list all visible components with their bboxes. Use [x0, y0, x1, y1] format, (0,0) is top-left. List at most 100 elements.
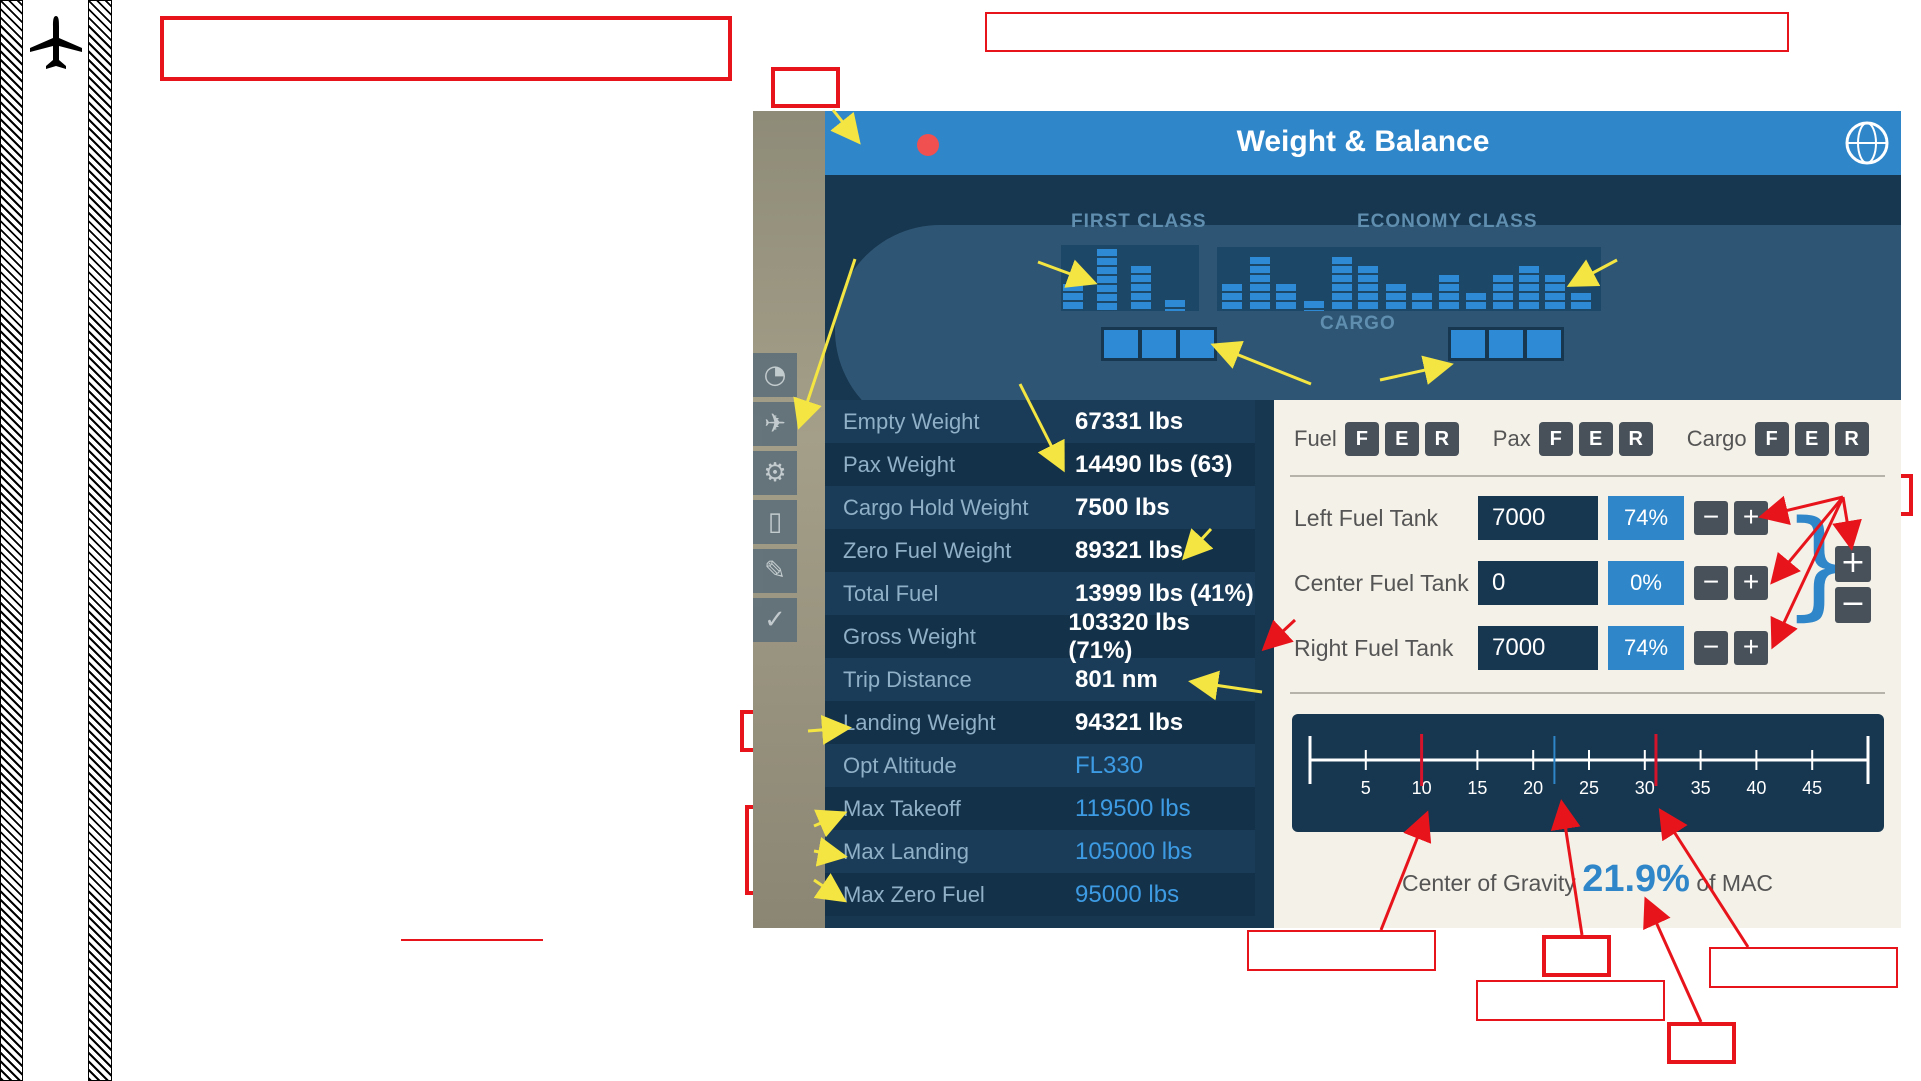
stat-label: Opt Altitude	[843, 752, 957, 778]
callout-top-wide-box	[985, 12, 1789, 52]
stat-value: 7500 lbs	[1075, 493, 1170, 521]
callout-title-box	[160, 16, 732, 81]
window-title: Weight & Balance	[1236, 125, 1490, 158]
right-tank-increase-button[interactable]: +	[1734, 631, 1768, 665]
cargo-random-button[interactable]: R	[1834, 422, 1869, 456]
gauge-icon[interactable]: ◔	[753, 353, 797, 397]
cargo-full-button[interactable]: F	[1754, 422, 1789, 456]
seat-column	[1131, 266, 1151, 311]
stat-label: Zero Fuel Weight	[843, 537, 1012, 563]
first-class-label: FIRST CLASS	[1071, 211, 1207, 232]
stat-row: Max Zero Fuel 95000 lbs	[825, 873, 1255, 916]
pax-empty-button[interactable]: E	[1578, 422, 1613, 456]
close-button[interactable]	[917, 134, 939, 156]
left-tank-increase-button[interactable]: +	[1734, 501, 1768, 535]
cargo-label: CARGO	[1320, 313, 1396, 334]
stat-label: Total Fuel	[843, 580, 939, 606]
fuel-tab-label: Fuel	[1294, 426, 1337, 451]
cargo-rear-hold[interactable]	[1448, 327, 1564, 361]
seat-column	[1545, 275, 1565, 311]
all-tanks-increase-button[interactable]: +	[1835, 546, 1871, 582]
right-tank-percent: 74%	[1608, 626, 1684, 670]
right-rail	[88, 0, 112, 1081]
cg-readout: Center of Gravity 21.9% of MAC	[1274, 858, 1901, 901]
seat-column	[1519, 266, 1539, 311]
seat-map: FIRST CLASS ECONOMY CLASS CARGO	[825, 175, 1901, 400]
first-class-seats[interactable]	[1061, 245, 1199, 311]
right-tank-decrease-button[interactable]: −	[1694, 631, 1728, 665]
stat-label: Empty Weight	[843, 408, 980, 434]
callout-close-box	[771, 67, 840, 108]
left-tank-percent: 74%	[1608, 496, 1684, 540]
stat-value: 14490 lbs (63)	[1075, 450, 1233, 478]
pax-full-button[interactable]: F	[1538, 422, 1573, 456]
cargo-empty-button[interactable]: E	[1794, 422, 1829, 456]
stat-value: 105000 lbs	[1075, 837, 1193, 865]
gear-icon[interactable]: ⚙	[753, 451, 797, 495]
pax-tab-label: Pax	[1492, 426, 1531, 451]
globe-icon[interactable]	[1843, 119, 1891, 167]
stat-row: Cargo Hold Weight 7500 lbs	[825, 486, 1255, 529]
fuel-full-button[interactable]: F	[1344, 422, 1379, 456]
cargo-front-hold[interactable]	[1101, 327, 1217, 361]
center-tank-label: Center Fuel Tank	[1294, 569, 1469, 596]
divider	[1290, 692, 1885, 694]
stat-row: Zero Fuel Weight 89321 lbs	[825, 529, 1255, 572]
left-rail	[0, 0, 23, 1081]
callout-aft-limit-box	[1709, 947, 1898, 988]
weight-balance-window: ◔ ✈ ⚙ ▯ ✎ ✓ Weight & Balance FIRST CLASS…	[753, 111, 1901, 928]
cg-value: 21.9%	[1582, 858, 1690, 900]
stat-label: Max Landing	[843, 838, 969, 864]
center-tank-increase-button[interactable]: +	[1734, 566, 1768, 600]
left-tank-row: Left Fuel Tank 7000 74% − +	[1294, 496, 1774, 540]
stat-label: Max Takeoff	[843, 795, 961, 821]
seat-column	[1439, 275, 1459, 311]
cg-tick-label: 20	[1523, 778, 1543, 798]
seat-column	[1063, 284, 1083, 311]
wrench-icon[interactable]: ✎	[753, 549, 797, 593]
seat-column	[1493, 275, 1513, 311]
economy-class-seats[interactable]	[1217, 247, 1601, 311]
cg-tick-label: 15	[1467, 778, 1487, 798]
cg-tick-label: 35	[1691, 778, 1711, 798]
fuel-random-button[interactable]: R	[1424, 422, 1459, 456]
stat-value: 103320 lbs (71%)	[1068, 608, 1190, 664]
left-tank-label: Left Fuel Tank	[1294, 504, 1439, 531]
seat-column	[1571, 293, 1591, 311]
pax-random-button[interactable]: R	[1618, 422, 1653, 456]
right-tank-input[interactable]: 7000	[1478, 626, 1598, 670]
checklist-icon[interactable]: ✓	[753, 598, 797, 642]
stat-row: Max Landing 105000 lbs	[825, 830, 1255, 873]
stat-row: Max Takeoff 119500 lbs	[825, 787, 1255, 830]
center-tank-input[interactable]: 0	[1478, 561, 1598, 605]
fuel-panel: Fuel F E R Pax F E R Cargo F E R Left Fu…	[1274, 400, 1901, 928]
cargo-cell	[1142, 330, 1176, 358]
door-icon[interactable]: ▯	[753, 500, 797, 544]
pax-presets: Pax F E R	[1493, 422, 1659, 456]
all-tanks-decrease-button[interactable]: −	[1835, 587, 1871, 623]
cargo-cell	[1451, 330, 1485, 358]
center-tank-row: Center Fuel Tank 0 0% − +	[1294, 561, 1774, 605]
stat-label: Landing Weight	[843, 709, 996, 735]
cg-suffix: of MAC	[1696, 870, 1774, 896]
fuel-empty-button[interactable]: E	[1384, 422, 1419, 456]
stat-row: Opt Altitude FL330	[825, 744, 1255, 787]
right-tank-label: Right Fuel Tank	[1294, 634, 1454, 661]
callout-current-cg-box	[1542, 935, 1611, 977]
callout-cg-value-box	[1667, 1022, 1736, 1064]
cg-tick-label: 30	[1635, 778, 1655, 798]
cg-tick-label: 45	[1802, 778, 1822, 798]
stat-row: Landing Weight 94321 lbs	[825, 701, 1255, 744]
plane-icon[interactable]: ✈	[753, 402, 797, 446]
left-tank-decrease-button[interactable]: −	[1694, 501, 1728, 535]
cargo-tab-label: Cargo	[1686, 426, 1747, 451]
cargo-cell	[1180, 330, 1214, 358]
stat-row: Pax Weight 14490 lbs (63)	[825, 443, 1255, 486]
seat-column	[1358, 266, 1378, 311]
center-tank-decrease-button[interactable]: −	[1694, 566, 1728, 600]
seat-column	[1097, 249, 1117, 311]
left-tank-input[interactable]: 7000	[1478, 496, 1598, 540]
stat-row: Gross Weight 103320 lbs (71%)	[825, 609, 1255, 664]
cargo-cell	[1527, 330, 1561, 358]
seat-column	[1466, 293, 1486, 311]
